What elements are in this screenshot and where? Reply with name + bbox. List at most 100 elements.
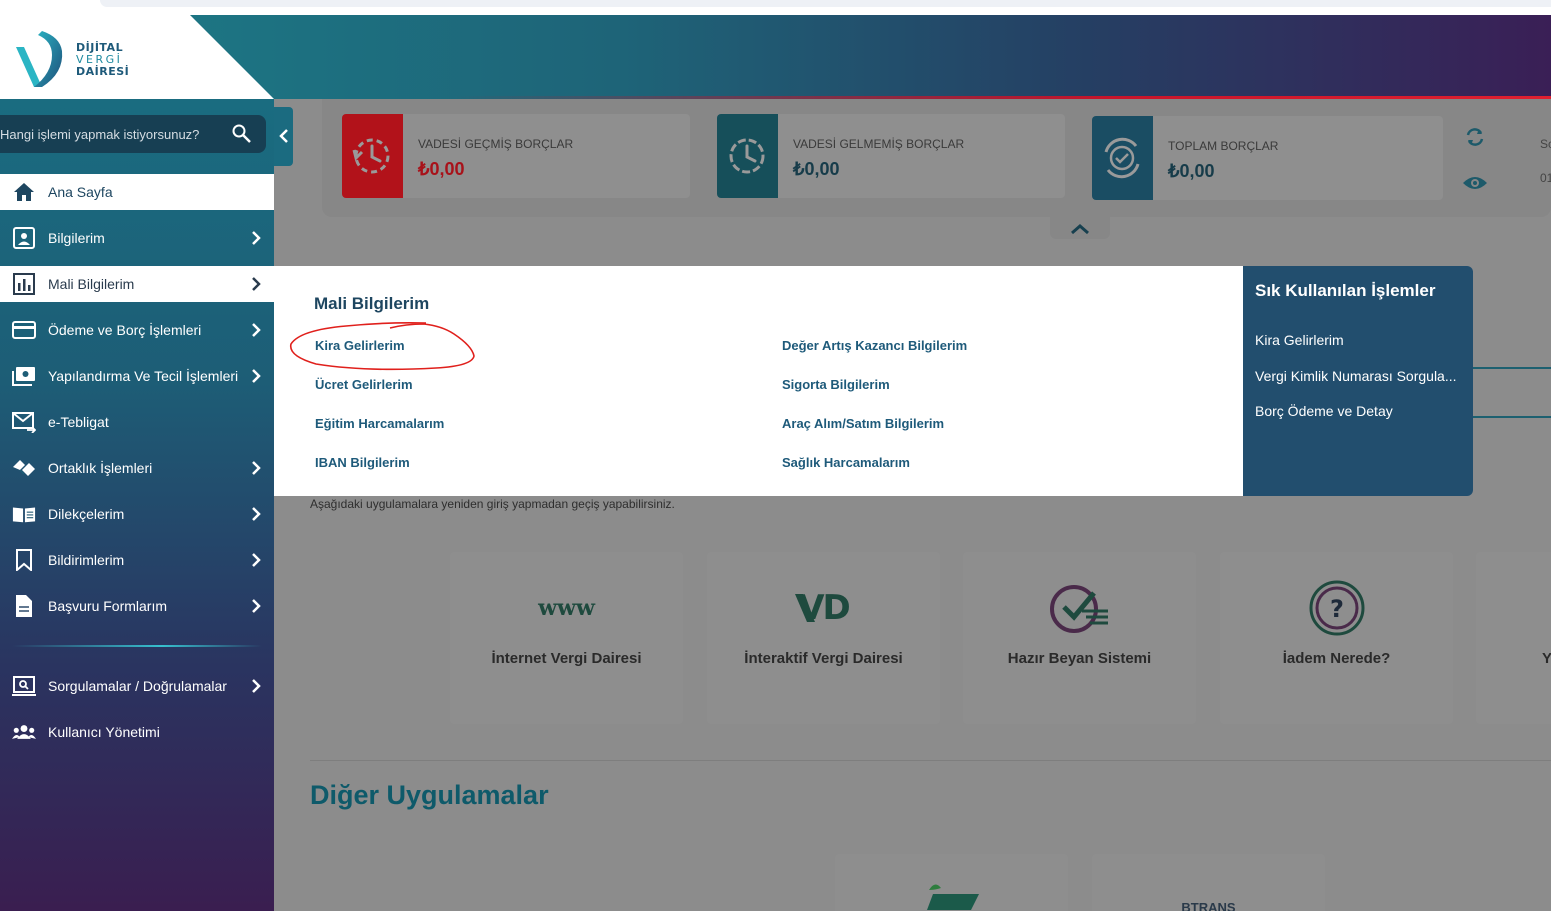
app-card-interaktif-vergi-dairesi[interactable]: VD İnteraktif Vergi Dairesi <box>707 552 940 724</box>
quick-link-kira-gelirlerim[interactable]: Kira Gelirlerim <box>1255 332 1344 348</box>
sidebar-item-label: Dilekçelerim <box>48 506 125 522</box>
sidebar-item-basvuru-formlarim[interactable]: Başvuru Formlarım <box>0 588 274 624</box>
sidebar-item-bilgilerim[interactable]: Bilgilerim <box>0 220 274 256</box>
sidebar-item-label: Bilgilerim <box>48 230 105 246</box>
annotation-red-circle <box>289 322 475 371</box>
sidebar-item-label: Ana Sayfa <box>48 184 113 200</box>
link-ucret-gelirlerim[interactable]: Ücret Gelirlerim <box>315 377 413 392</box>
total-amount: ₺0,00 <box>1168 161 1215 181</box>
chevron-up-icon <box>1071 224 1089 235</box>
app-label: İadem Nerede? <box>1282 650 1391 667</box>
total-debt-card[interactable]: TOPLAM BORÇLAR ₺0,00 <box>1092 116 1443 200</box>
document-icon <box>16 595 32 617</box>
chevron-left-icon <box>279 129 288 143</box>
sidebar-item-bildirimlerim[interactable]: Bildirimlerim <box>0 542 274 578</box>
question-icon: ? <box>1220 578 1453 638</box>
sidebar-item-ortaklik[interactable]: Ortaklık İşlemleri <box>0 450 274 486</box>
chevron-right-icon <box>252 599 261 613</box>
sidebar-divider <box>12 645 262 647</box>
sidebar-item-label: Sorgulamalar / Doğrulamalar <box>48 678 227 694</box>
divider-line <box>1473 367 1551 369</box>
app-label: Y <box>1542 650 1551 667</box>
www-icon: www <box>538 595 595 621</box>
chevron-right-icon <box>252 507 261 521</box>
eye-icon[interactable] <box>1462 174 1488 192</box>
svg-text:?: ? <box>1330 595 1344 623</box>
chevron-right-icon <box>252 553 261 567</box>
logo[interactable]: DİJİTAL VERGİ DAİRESİ <box>0 15 274 99</box>
address-bar <box>100 0 1551 7</box>
app-label: İnteraktif Vergi Dairesi <box>744 650 903 667</box>
link-arac-alim-satim[interactable]: Araç Alım/Satım Bilgilerim <box>782 416 944 431</box>
link-egitim-harcamalarim[interactable]: Eğitim Harcamalarım <box>315 416 444 431</box>
overdue-amount: ₺0,00 <box>418 159 465 179</box>
dropdown-title: Mali Bilgilerim <box>314 294 430 313</box>
refresh-icon[interactable] <box>1464 126 1486 148</box>
sidebar-item-label: Mali Bilgilerim <box>48 276 135 292</box>
other-app-card[interactable] <box>835 854 1068 911</box>
check-cycle-icon <box>1104 137 1140 179</box>
app-label: Hazır Beyan Sistemi <box>1007 650 1152 667</box>
overdue-icon-box <box>342 114 403 198</box>
not-due-debt-card[interactable]: VADESİ GELMEMİŞ BORÇLAR ₺0,00 <box>717 114 1065 198</box>
search-box <box>0 115 266 153</box>
search-screen-icon <box>12 676 36 696</box>
other-app-card-btrans[interactable]: BTRANS <box>1092 854 1325 911</box>
quick-link-borc-odeme[interactable]: Borç Ödeme ve Detay <box>1255 403 1393 419</box>
chevron-right-icon <box>252 231 261 245</box>
sidebar-item-odeme-ve-borc[interactable]: Ödeme ve Borç İşlemleri <box>0 312 274 348</box>
section-divider <box>310 760 1551 761</box>
not-due-title: VADESİ GELMEMİŞ BORÇLAR <box>793 137 965 151</box>
bar-chart-icon <box>13 273 35 295</box>
handshake-icon <box>13 460 35 476</box>
sidebar-item-label: Başvuru Formlarım <box>48 598 168 614</box>
chevron-right-icon <box>252 679 261 693</box>
app-card-internet-vergi-dairesi[interactable]: www İnternet Vergi Dairesi <box>450 552 683 724</box>
sidebar-item-yapilandirma[interactable]: Yapılandırma Ve Tecil İşlemleri <box>0 358 274 394</box>
truncated-date: 01 <box>1540 171 1551 185</box>
sidebar-item-sorgulamalar[interactable]: Sorgulamalar / Doğrulamalar <box>0 668 274 704</box>
id-card-icon <box>13 227 35 249</box>
quick-link-vkn-sorgula[interactable]: Vergi Kimlik Numarası Sorgula... <box>1255 368 1457 384</box>
credit-card-icon <box>12 321 36 339</box>
search-input[interactable] <box>0 115 220 153</box>
app-card-hazir-beyan-sistemi[interactable]: Hazır Beyan Sistemi <box>963 552 1196 724</box>
sidebar-item-label: Bildirimlerim <box>48 552 125 568</box>
bookmark-icon <box>16 549 32 571</box>
brand-wordmark: DİJİTAL VERGİ DAİRESİ <box>76 42 129 78</box>
other-apps-title: Diğer Uygulamalar <box>310 780 549 810</box>
not-due-amount: ₺0,00 <box>793 159 840 179</box>
sidebar-item-mali-bilgilerim[interactable]: Mali Bilgilerim <box>0 266 274 302</box>
search-icon[interactable] <box>232 124 252 144</box>
total-icon-box <box>1092 116 1153 200</box>
app-card-partial[interactable]: Y <box>1476 552 1551 724</box>
users-icon <box>12 725 36 739</box>
sidebar-item-kullanici-yonetimi[interactable]: Kullanıcı Yönetimi <box>0 714 274 750</box>
chevron-right-icon <box>252 461 261 475</box>
divider-line <box>1473 416 1551 418</box>
history-clock-icon <box>352 138 390 174</box>
collapse-summary-button[interactable] <box>1050 217 1110 239</box>
chevron-right-icon <box>252 323 261 337</box>
not-due-icon-box <box>717 114 778 198</box>
brand-logo-icon <box>16 31 63 87</box>
sidebar-item-label: e-Tebligat <box>48 414 109 430</box>
sidebar-item-dilekcelerim[interactable]: Dilekçelerim <box>0 496 274 532</box>
sidebar-item-label: Kullanıcı Yönetimi <box>48 724 160 740</box>
ivd-logo-icon: VD <box>707 578 940 638</box>
app-card-iadem-nerede[interactable]: ? İadem Nerede? <box>1220 552 1453 724</box>
link-deger-artis-kazanci[interactable]: Değer Artış Kazancı Bilgilerim <box>782 338 967 353</box>
link-saglik-harcamalarim[interactable]: Sağlık Harcamalarım <box>782 455 910 470</box>
truncated-label: Sc <box>1540 137 1551 151</box>
link-sigorta-bilgilerim[interactable]: Sigorta Bilgilerim <box>782 377 890 392</box>
overdue-title: VADESİ GEÇMİŞ BORÇLAR <box>418 137 574 151</box>
link-iban-bilgilerim[interactable]: IBAN Bilgilerim <box>315 455 410 470</box>
mail-icon <box>12 412 36 433</box>
sidebar-item-e-tebligat[interactable]: e-Tebligat <box>0 404 274 440</box>
sidebar-item-label: Ortaklık İşlemleri <box>48 460 153 476</box>
sidebar-collapse-button[interactable] <box>274 107 293 166</box>
sidebar-item-ana-sayfa[interactable]: Ana Sayfa <box>0 174 274 210</box>
clock-refresh-icon <box>729 138 765 174</box>
overdue-debt-card[interactable]: VADESİ GEÇMİŞ BORÇLAR ₺0,00 <box>342 114 690 198</box>
total-title: TOPLAM BORÇLAR <box>1168 139 1279 153</box>
